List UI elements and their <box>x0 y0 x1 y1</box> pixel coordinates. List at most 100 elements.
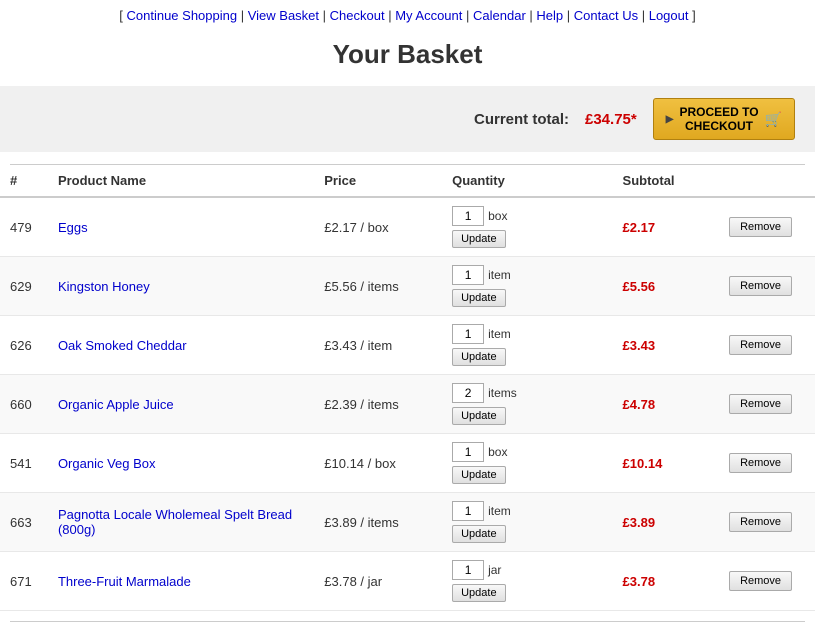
col-header-name: Product Name <box>48 165 314 197</box>
product-link[interactable]: Eggs <box>58 220 88 235</box>
nav-link-logout[interactable]: Logout <box>649 8 689 23</box>
nav-sep-2: | <box>323 8 330 23</box>
update-button[interactable]: Update <box>452 230 505 248</box>
row-action: Remove <box>719 434 815 493</box>
qty-unit: item <box>488 327 511 341</box>
basket-table: # Product Name Price Quantity Subtotal 4… <box>0 165 815 611</box>
row-product-name: Eggs <box>48 197 314 257</box>
current-total-label: Current total: <box>474 111 569 128</box>
col-header-id: # <box>0 165 48 197</box>
row-subtotal: £3.43 <box>613 316 720 375</box>
product-link[interactable]: Organic Veg Box <box>58 456 156 471</box>
col-header-action <box>719 165 815 197</box>
nav-sep-7: | <box>642 8 649 23</box>
row-product-name: Kingston Honey <box>48 257 314 316</box>
row-id: 629 <box>0 257 48 316</box>
product-link[interactable]: Oak Smoked Cheddar <box>58 338 187 353</box>
row-subtotal: £4.78 <box>613 375 720 434</box>
row-qty-cell: item Update <box>442 493 612 552</box>
row-subtotal: £5.56 <box>613 257 720 316</box>
proceed-to-checkout-button[interactable]: ▶ PROCEED TOCHECKOUT 🛒 <box>653 98 795 140</box>
row-qty-cell: box Update <box>442 197 612 257</box>
nav-link-continue-shopping[interactable]: Continue Shopping <box>127 8 238 23</box>
table-row: 663 Pagnotta Locale Wholemeal Spelt Brea… <box>0 493 815 552</box>
row-qty-cell: jar Update <box>442 552 612 611</box>
nav-link-checkout[interactable]: Checkout <box>330 8 385 23</box>
product-link[interactable]: Organic Apple Juice <box>58 397 174 412</box>
qty-unit: box <box>488 209 507 223</box>
table-row: 541 Organic Veg Box £10.14 / box box Upd… <box>0 434 815 493</box>
row-product-name: Oak Smoked Cheddar <box>48 316 314 375</box>
nav-link-help[interactable]: Help <box>536 8 563 23</box>
col-header-qty: Quantity <box>442 165 612 197</box>
checkout-label: PROCEED TOCHECKOUT <box>679 105 758 133</box>
row-price: £10.14 / box <box>314 434 442 493</box>
nav-bracket-close: ] <box>692 8 696 23</box>
qty-input[interactable] <box>452 560 484 580</box>
update-button[interactable]: Update <box>452 289 505 307</box>
qty-input[interactable] <box>452 442 484 462</box>
update-button[interactable]: Update <box>452 348 505 366</box>
qty-input[interactable] <box>452 324 484 344</box>
row-product-name: Organic Veg Box <box>48 434 314 493</box>
summary-bar: Current total: £34.75* ▶ PROCEED TOCHECK… <box>0 86 815 152</box>
row-qty-cell: items Update <box>442 375 612 434</box>
remove-button[interactable]: Remove <box>729 217 792 237</box>
row-price: £3.89 / items <box>314 493 442 552</box>
update-button[interactable]: Update <box>452 525 505 543</box>
remove-button[interactable]: Remove <box>729 571 792 591</box>
product-link[interactable]: Three-Fruit Marmalade <box>58 574 191 589</box>
cart-icon: 🛒 <box>765 111 782 128</box>
qty-unit: items <box>488 386 517 400</box>
row-id: 626 <box>0 316 48 375</box>
row-id: 663 <box>0 493 48 552</box>
remove-button[interactable]: Remove <box>729 394 792 414</box>
nav-link-calendar[interactable]: Calendar <box>473 8 526 23</box>
nav-link-view-basket[interactable]: View Basket <box>248 8 319 23</box>
total-amount: £34.75* <box>585 111 637 128</box>
row-action: Remove <box>719 197 815 257</box>
play-icon: ▶ <box>666 114 674 125</box>
update-button[interactable]: Update <box>452 584 505 602</box>
nav-sep-4: | <box>466 8 473 23</box>
basket-body: 479 Eggs £2.17 / box box Update £2.17 Re… <box>0 197 815 611</box>
row-price: £2.39 / items <box>314 375 442 434</box>
row-product-name: Organic Apple Juice <box>48 375 314 434</box>
nav-link-contact-us[interactable]: Contact Us <box>574 8 638 23</box>
row-price: £3.78 / jar <box>314 552 442 611</box>
row-subtotal: £10.14 <box>613 434 720 493</box>
remove-button[interactable]: Remove <box>729 335 792 355</box>
qty-input[interactable] <box>452 383 484 403</box>
table-row: 479 Eggs £2.17 / box box Update £2.17 Re… <box>0 197 815 257</box>
product-link[interactable]: Pagnotta Locale Wholemeal Spelt Bread (8… <box>58 507 292 537</box>
remove-button[interactable]: Remove <box>729 453 792 473</box>
row-product-name: Pagnotta Locale Wholemeal Spelt Bread (8… <box>48 493 314 552</box>
row-subtotal: £2.17 <box>613 197 720 257</box>
top-nav: [ Continue Shopping | View Basket | Chec… <box>0 0 815 29</box>
qty-input[interactable] <box>452 501 484 521</box>
row-qty-cell: item Update <box>442 316 612 375</box>
row-qty-cell: box Update <box>442 434 612 493</box>
row-price: £2.17 / box <box>314 197 442 257</box>
row-subtotal: £3.89 <box>613 493 720 552</box>
qty-input[interactable] <box>452 206 484 226</box>
row-id: 660 <box>0 375 48 434</box>
table-row: 671 Three-Fruit Marmalade £3.78 / jar ja… <box>0 552 815 611</box>
row-id: 479 <box>0 197 48 257</box>
qty-unit: item <box>488 268 511 282</box>
col-header-price: Price <box>314 165 442 197</box>
remove-button[interactable]: Remove <box>729 276 792 296</box>
table-row: 660 Organic Apple Juice £2.39 / items it… <box>0 375 815 434</box>
remove-button[interactable]: Remove <box>729 512 792 532</box>
nav-sep-6: | <box>567 8 574 23</box>
nav-sep-1: | <box>241 8 248 23</box>
qty-unit: item <box>488 504 511 518</box>
update-button[interactable]: Update <box>452 407 505 425</box>
nav-bracket-open: [ <box>119 8 126 23</box>
qty-unit: box <box>488 445 507 459</box>
update-button[interactable]: Update <box>452 466 505 484</box>
nav-link-my-account[interactable]: My Account <box>395 8 462 23</box>
qty-input[interactable] <box>452 265 484 285</box>
product-link[interactable]: Kingston Honey <box>58 279 150 294</box>
row-action: Remove <box>719 375 815 434</box>
